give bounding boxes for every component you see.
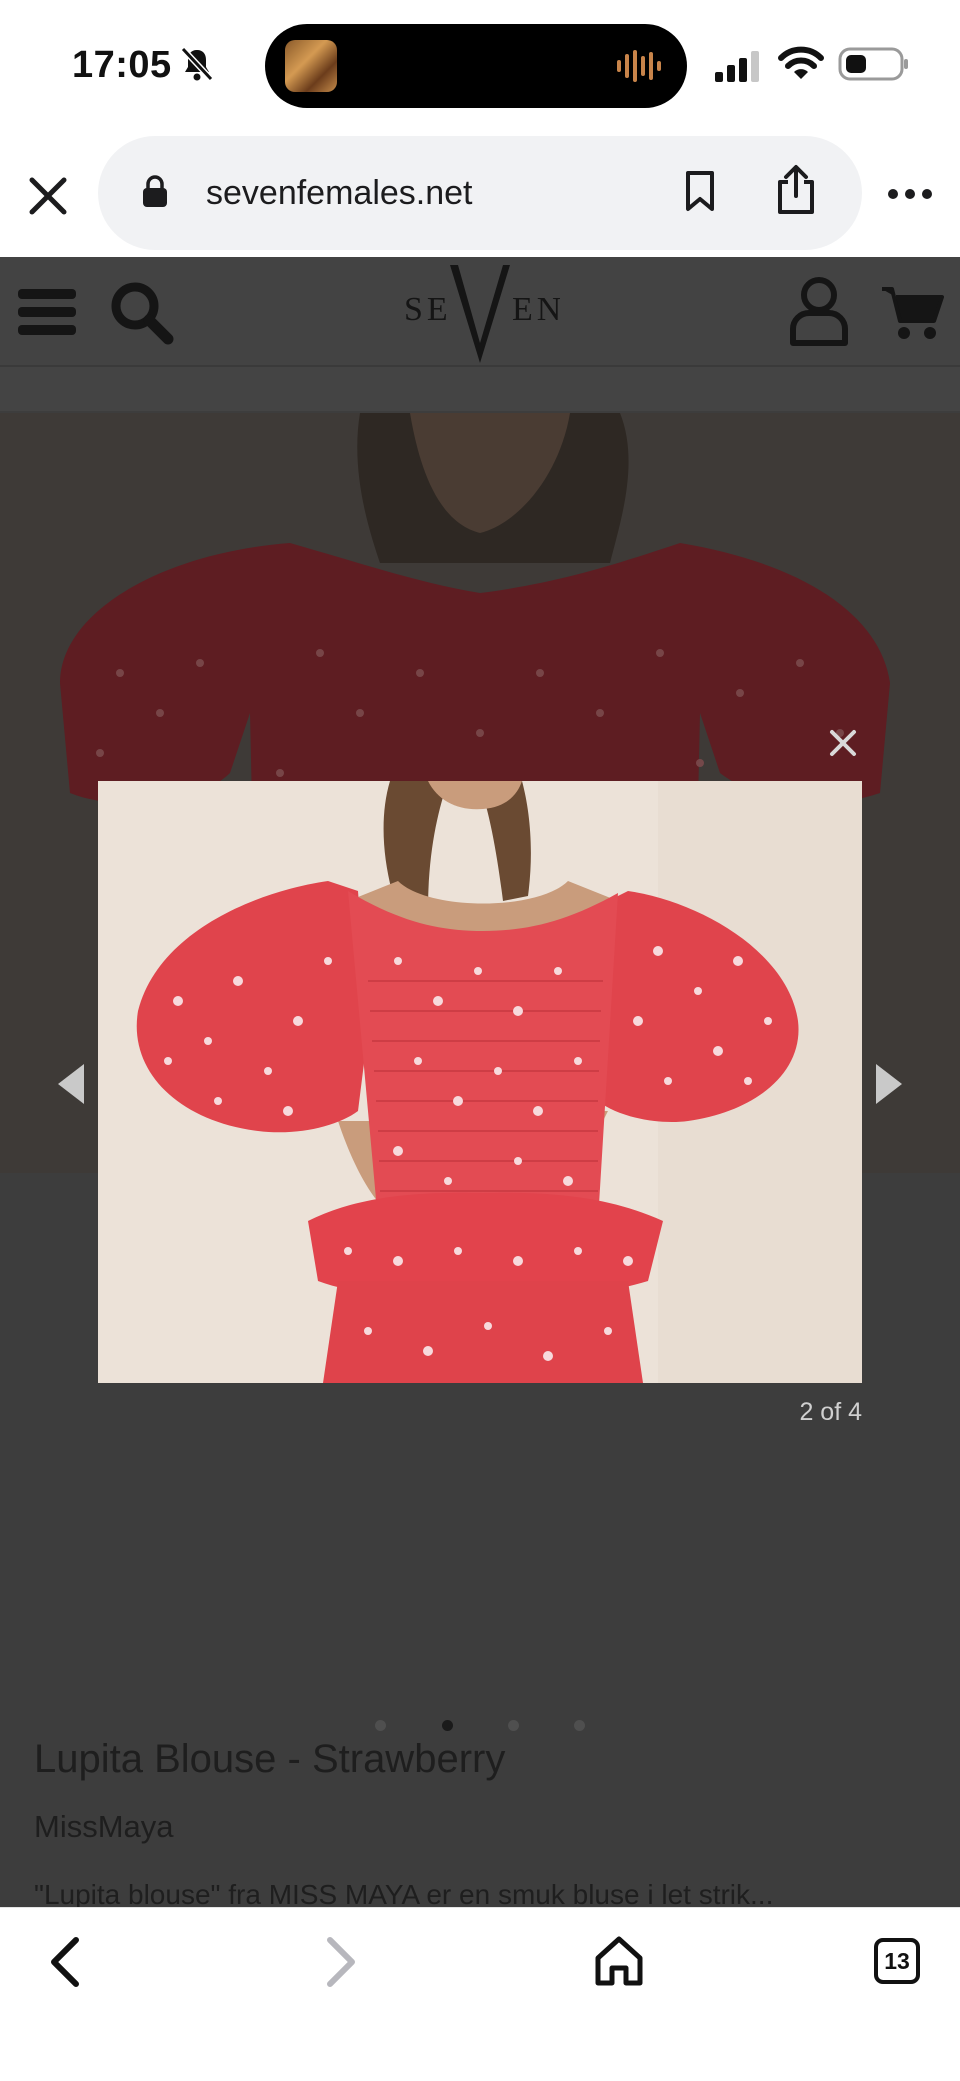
product-title: Lupita Blouse - Strawberry	[34, 1737, 506, 1781]
lightbox-next-arrow-icon[interactable]	[872, 1062, 906, 1106]
bell-slash-icon	[180, 46, 214, 82]
lock-icon	[143, 175, 167, 207]
close-icon[interactable]	[24, 172, 72, 220]
signal-icon	[715, 51, 759, 82]
carousel-dot-active[interactable]	[442, 1720, 453, 1731]
back-icon[interactable]	[44, 1934, 84, 1990]
lightbox-counter: 2 of 4	[799, 1398, 862, 1426]
product-description: "Lupita blouse" fra MISS MAYA er en smuk…	[34, 1879, 774, 1907]
share-icon[interactable]	[774, 164, 818, 216]
album-art-icon	[285, 40, 337, 92]
browser-toolbar: 13	[0, 1907, 960, 2081]
carousel-dots	[370, 1720, 590, 1734]
bookmark-icon[interactable]	[683, 170, 717, 212]
svg-text:SE: SE	[404, 291, 452, 328]
home-icon[interactable]	[592, 1934, 646, 1988]
address-bar[interactable]: sevenfemales.net	[98, 136, 862, 250]
site-header: SE EN	[0, 257, 960, 367]
wifi-icon	[778, 46, 824, 79]
svg-text:EN: EN	[512, 291, 560, 328]
status-time: 17:05	[72, 44, 172, 86]
url-text[interactable]: sevenfemales.net	[206, 174, 473, 213]
carousel-dot[interactable]	[574, 1720, 585, 1731]
brand-logo[interactable]: SE EN	[400, 259, 560, 365]
cart-icon[interactable]	[880, 285, 944, 341]
more-options-icon[interactable]	[886, 186, 934, 202]
lightbox-close-icon[interactable]	[822, 722, 864, 764]
audio-wave-icon	[617, 50, 661, 82]
account-icon[interactable]	[788, 275, 850, 347]
hamburger-menu-icon[interactable]	[18, 287, 76, 337]
carousel-dot[interactable]	[375, 1720, 386, 1731]
browser-url-row: sevenfemales.net	[0, 130, 960, 257]
dynamic-island[interactable]	[265, 24, 687, 108]
tabs-button[interactable]: 13	[874, 1938, 920, 1984]
forward-icon[interactable]	[322, 1934, 362, 1990]
search-icon[interactable]	[108, 279, 174, 345]
lightbox-image	[98, 781, 862, 1383]
product-brand[interactable]: MissMaya	[34, 1809, 174, 1845]
status-bar: 17:05	[0, 0, 960, 130]
breadcrumb-bar	[0, 367, 960, 411]
lightbox-prev-arrow-icon[interactable]	[54, 1062, 88, 1106]
carousel-dot[interactable]	[508, 1720, 519, 1731]
battery-icon	[838, 47, 908, 81]
